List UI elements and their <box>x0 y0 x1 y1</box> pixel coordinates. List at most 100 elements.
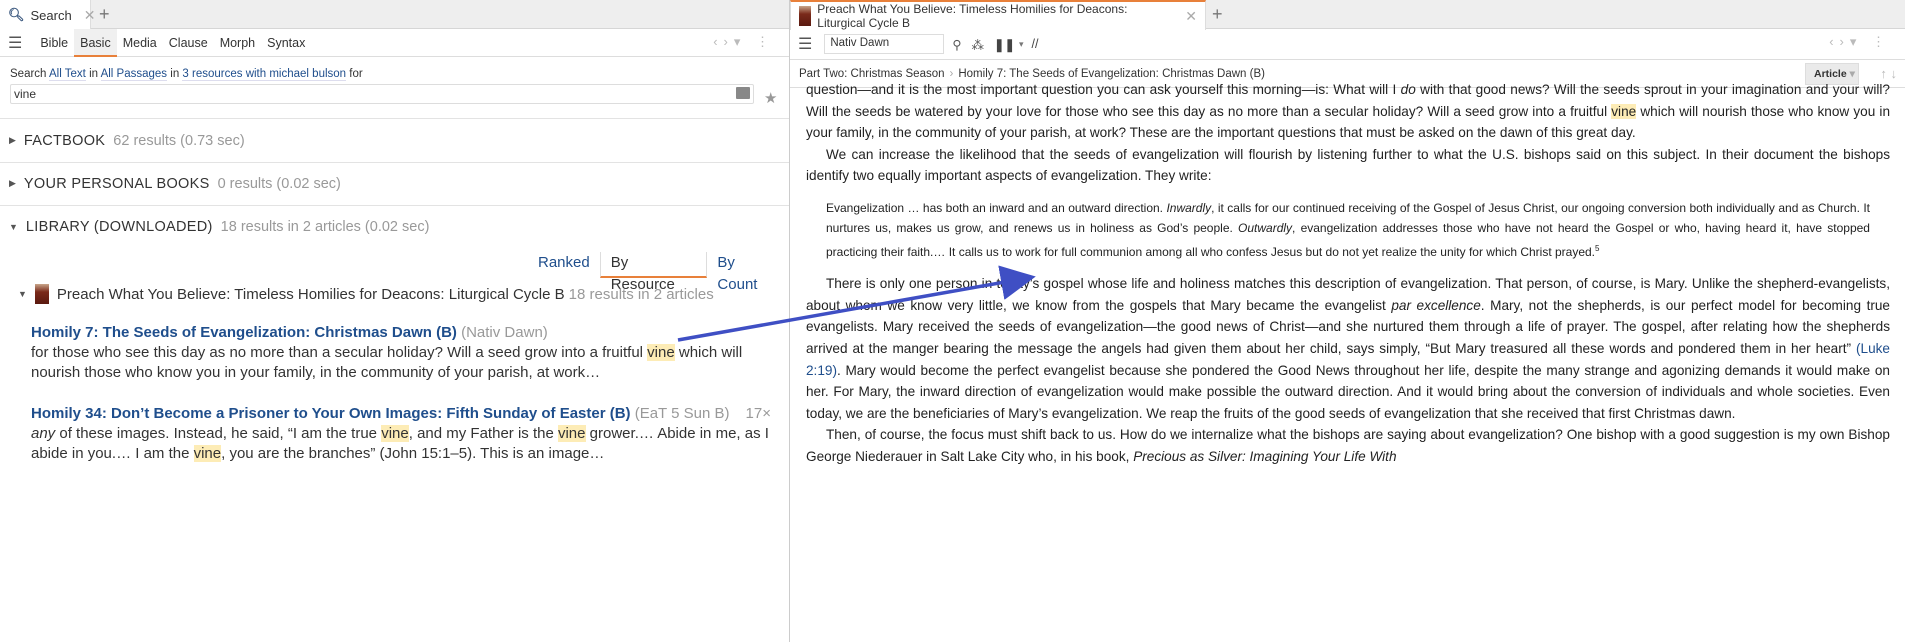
scope-link[interactable]: All Text <box>49 68 86 81</box>
menu-icon[interactable]: ☰ <box>8 33 22 53</box>
paragraph: Then, of course, the focus must shift ba… <box>806 424 1890 467</box>
dropdown-icon[interactable]: ▾ <box>1019 39 1024 50</box>
text-run: Precious as Silver: Imagining Your Life … <box>1133 448 1397 464</box>
text-run: . Mary would become the perfect evangeli… <box>806 362 1890 421</box>
collapse-icon: ▼ <box>18 289 27 299</box>
reader-toolbar: ☰ Nativ Dawn ⚲ ⁂ ❚❚ ▾ // ‹›▾ ⋮ <box>790 29 1905 60</box>
sort-by-resource[interactable]: By Resource <box>599 252 708 293</box>
breadcrumb-item[interactable]: Homily 7: The Seeds of Evangelization: C… <box>958 68 1265 80</box>
search-hit[interactable]: vine <box>647 344 675 361</box>
star-icon[interactable]: ★ <box>764 89 777 107</box>
expand-icon: ▶ <box>9 178 16 188</box>
sync-icon[interactable]: // <box>1031 37 1038 51</box>
collapse-icon: ▼ <box>9 221 18 232</box>
breadcrumb-item[interactable]: Part Two: Christmas Season <box>799 68 945 80</box>
tab-clause[interactable]: Clause <box>163 29 214 57</box>
sort-tabs: Ranked By Resource By Count <box>528 252 789 293</box>
text-run: We can increase the likelihood that the … <box>806 146 1890 184</box>
result-tag: (Nativ Dawn) <box>461 324 548 341</box>
search-query: vine <box>14 87 37 101</box>
paragraph: question—and it is the most important qu… <box>806 79 1890 144</box>
search-hit[interactable]: vine <box>193 445 222 462</box>
text-run: of these images. Instead, he said, “I am… <box>55 425 382 442</box>
document-body: question—and it is the most important qu… <box>806 79 1890 468</box>
search-icon: 🔍︎ <box>8 7 25 22</box>
result-item[interactable]: Homily 7: The Seeds of Evangelization: C… <box>31 323 771 383</box>
section-personal-books[interactable]: ▶ YOUR PERSONAL BOOKS 0 results (0.02 sec) <box>0 162 789 204</box>
paragraph: There is only one person in today’s gosp… <box>806 273 1890 424</box>
book-group-header[interactable]: ▼ Preach What You Believe: Timeless Homi… <box>18 284 714 304</box>
section-name: LIBRARY (DOWNLOADED) <box>25 218 213 235</box>
search-mode-toolbar: ☰ Bible Basic Media Clause Morph Syntax ‹›▾ ⋮ <box>0 28 789 57</box>
result-title[interactable]: Homily 7: The Seeds of Evangelization: C… <box>31 324 457 341</box>
text-run: Inwardly <box>1166 200 1212 215</box>
reader-tabbar: Preach What You Believe: Timeless Homili… <box>790 0 1905 30</box>
result-count: 17× <box>745 405 771 422</box>
menu-icon[interactable]: ☰ <box>798 34 812 54</box>
result-snippet: any of these images. Instead, he said, “… <box>31 424 771 464</box>
result-title[interactable]: Homily 34: Don’t Become a Prisoner to Yo… <box>31 405 631 422</box>
text-run: for those who see this day as no more th… <box>31 344 648 361</box>
tab-label: Search <box>30 7 72 23</box>
tab-basic[interactable]: Basic <box>74 28 117 57</box>
search-hit[interactable]: vine <box>381 425 409 442</box>
close-icon[interactable]: ✕ <box>1185 8 1197 25</box>
text-run: 5 <box>1595 243 1600 253</box>
section-name: YOUR PERSONAL BOOKS <box>23 175 210 192</box>
passages-link[interactable]: All Passages <box>100 68 168 81</box>
reference-input[interactable]: Nativ Dawn <box>824 34 945 54</box>
tab-media[interactable]: Media <box>117 29 163 57</box>
sort-ranked[interactable]: Ranked <box>528 252 600 278</box>
history-nav[interactable]: ‹›▾ ⋮ <box>1829 34 1891 50</box>
tab-syntax[interactable]: Syntax <box>261 29 311 57</box>
keyboard-icon[interactable] <box>736 87 750 99</box>
new-tab-button[interactable]: + <box>99 4 110 25</box>
reference-value: Nativ Dawn <box>830 37 890 49</box>
sort-by-count[interactable]: By Count <box>707 252 789 293</box>
text-run: do <box>1400 82 1416 97</box>
text-run: , you are the branches” (John 15:1–5). T… <box>221 445 605 462</box>
search-hit[interactable]: vine <box>1611 103 1637 119</box>
section-meta: 0 results (0.02 sec) <box>217 175 341 192</box>
result-snippet: for those who see this day as no more th… <box>31 343 771 383</box>
search-panel: 🔍︎ Search ✕ + ☰ Bible Basic Media Clause Mor… <box>0 0 790 642</box>
label: in <box>89 68 99 80</box>
tab-bible[interactable]: Bible <box>34 29 74 57</box>
new-tab-button[interactable]: + <box>1212 4 1223 25</box>
result-tag: (EaT 5 Sun B) <box>634 405 730 422</box>
reader-panel: Preach What You Believe: Timeless Homili… <box>790 0 1905 642</box>
text-run: , and my Father is the <box>408 425 558 442</box>
section-factbook[interactable]: ▶ FACTBOOK 62 results (0.73 sec) <box>0 118 789 162</box>
search-hit[interactable]: vine <box>557 425 586 442</box>
parallel-icon[interactable]: ❚❚ <box>994 37 1015 52</box>
expand-icon: ▶ <box>9 135 16 145</box>
section-library[interactable]: ▼ LIBRARY (DOWNLOADED) 18 results in 2 art… <box>0 205 789 247</box>
text-run: any <box>31 425 56 442</box>
tab-label: Preach What You Believe: Timeless Homili… <box>817 2 1128 30</box>
search-tabbar: 🔍︎ Search ✕ + <box>0 0 789 30</box>
tab-book[interactable]: Preach What You Believe: Timeless Homili… <box>790 0 1206 30</box>
label: in <box>170 68 180 80</box>
history-nav[interactable]: ‹›▾ ⋮ <box>713 34 775 50</box>
resources-link[interactable]: 3 resources with michael bulson <box>182 68 347 81</box>
section-name: FACTBOOK <box>23 132 106 149</box>
text-run: Outwardly <box>1238 221 1293 236</box>
book-cover-icon <box>799 6 812 26</box>
text-run: question—and it is the most important qu… <box>806 82 1401 97</box>
tab-search[interactable]: 🔍︎ Search ✕ <box>0 0 95 30</box>
search-input[interactable]: vine <box>10 84 754 104</box>
visual-filter-icon[interactable]: ⁂ <box>972 37 985 52</box>
label: for <box>349 68 363 80</box>
book-title: Preach What You Believe: Timeless Homili… <box>56 285 565 303</box>
book-meta: 18 results in 2 articles <box>568 285 714 303</box>
section-meta: 18 results in 2 articles (0.02 sec) <box>220 218 430 235</box>
block-quote: Evangelization … has both an inward and … <box>826 198 1870 262</box>
text-run: par excellence <box>1391 297 1481 313</box>
tab-morph[interactable]: Morph <box>214 29 261 57</box>
close-icon[interactable]: ✕ <box>84 7 96 24</box>
result-item[interactable]: Homily 34: Don’t Become a Prisoner to Yo… <box>31 404 771 464</box>
section-meta: 62 results (0.73 sec) <box>113 132 245 149</box>
text-run: Evangelization … has both an inward and … <box>826 200 1167 215</box>
search-icon[interactable]: ⚲ <box>952 37 961 52</box>
label: Search <box>10 68 47 80</box>
